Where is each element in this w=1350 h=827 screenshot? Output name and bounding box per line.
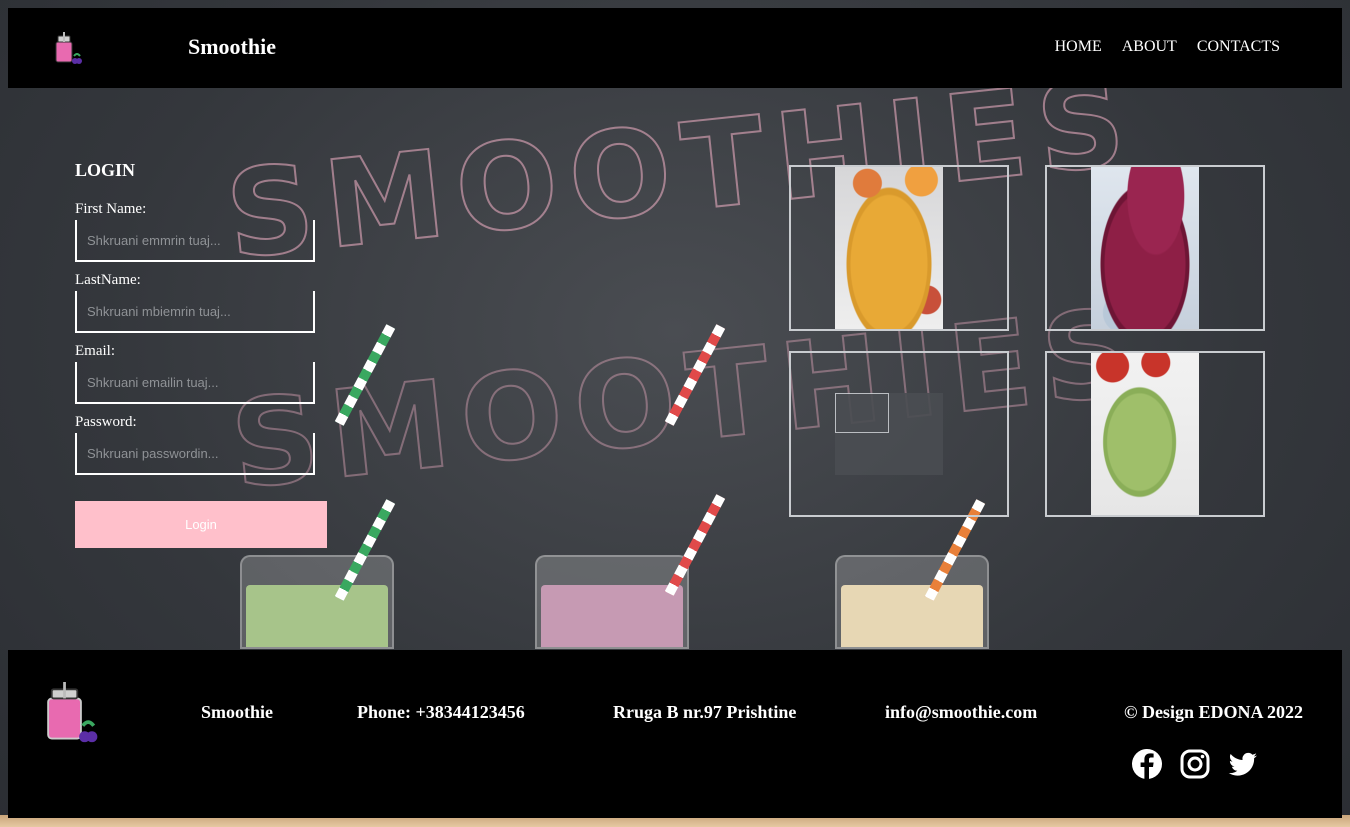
twitter-icon[interactable] (1227, 748, 1259, 780)
last-name-label: LastName: (75, 272, 141, 288)
broken-image-placeholder (835, 393, 943, 475)
gallery-tile-broken-image[interactable] (789, 351, 1009, 517)
green-smoothie-image (1091, 353, 1199, 515)
nav-home-link[interactable]: HOME (1055, 38, 1102, 56)
smoothie-logo-icon[interactable] (50, 32, 82, 66)
nav-about-link[interactable]: ABOUT (1122, 38, 1177, 56)
facebook-icon[interactable] (1131, 748, 1163, 780)
background-jar-berry (535, 555, 689, 649)
berry-smoothie-image (1091, 167, 1199, 329)
gallery-tile-green-smoothie[interactable] (1045, 351, 1265, 517)
smoothie-logo-icon (47, 682, 98, 743)
instagram-icon[interactable] (1179, 748, 1211, 780)
main-nav: HOME ABOUT CONTACTS (1055, 38, 1280, 56)
footer-address: Rruga B nr.97 Prishtine (613, 702, 797, 722)
background-jar-green (240, 555, 394, 649)
background-straw (664, 494, 726, 596)
background-jar-banana (835, 555, 989, 649)
footer-phone: Phone: +38344123456 (357, 702, 525, 722)
footer-copyright: © Design EDONA 2022 (1124, 702, 1303, 722)
first-name-label: First Name: (75, 201, 147, 217)
top-navbar: Smoothie HOME ABOUT CONTACTS (8, 8, 1342, 88)
footer-email[interactable]: info@smoothie.com (885, 702, 1037, 723)
first-name-input[interactable] (75, 220, 315, 262)
gallery-tile-berry-smoothie[interactable] (1045, 165, 1265, 331)
password-input[interactable] (75, 433, 315, 475)
footer: Smoothie Phone: +38344123456 Rruga B nr.… (8, 650, 1342, 818)
email-label: Email: (75, 343, 115, 359)
brand-title[interactable]: Smoothie (188, 34, 276, 60)
last-name-input[interactable] (75, 291, 315, 333)
gallery-tile-mango-smoothie[interactable] (789, 165, 1009, 331)
email-input[interactable] (75, 362, 315, 404)
login-form: LOGIN First Name: LastName: Email: Passw… (75, 160, 335, 548)
mango-smoothie-image (835, 167, 943, 329)
footer-brand: Smoothie (201, 702, 273, 722)
broken-image-icon (835, 393, 889, 433)
nav-contacts-link[interactable]: CONTACTS (1197, 38, 1280, 56)
login-button[interactable]: Login (75, 501, 327, 548)
login-title: LOGIN (75, 160, 136, 180)
password-label: Password: (75, 414, 137, 430)
